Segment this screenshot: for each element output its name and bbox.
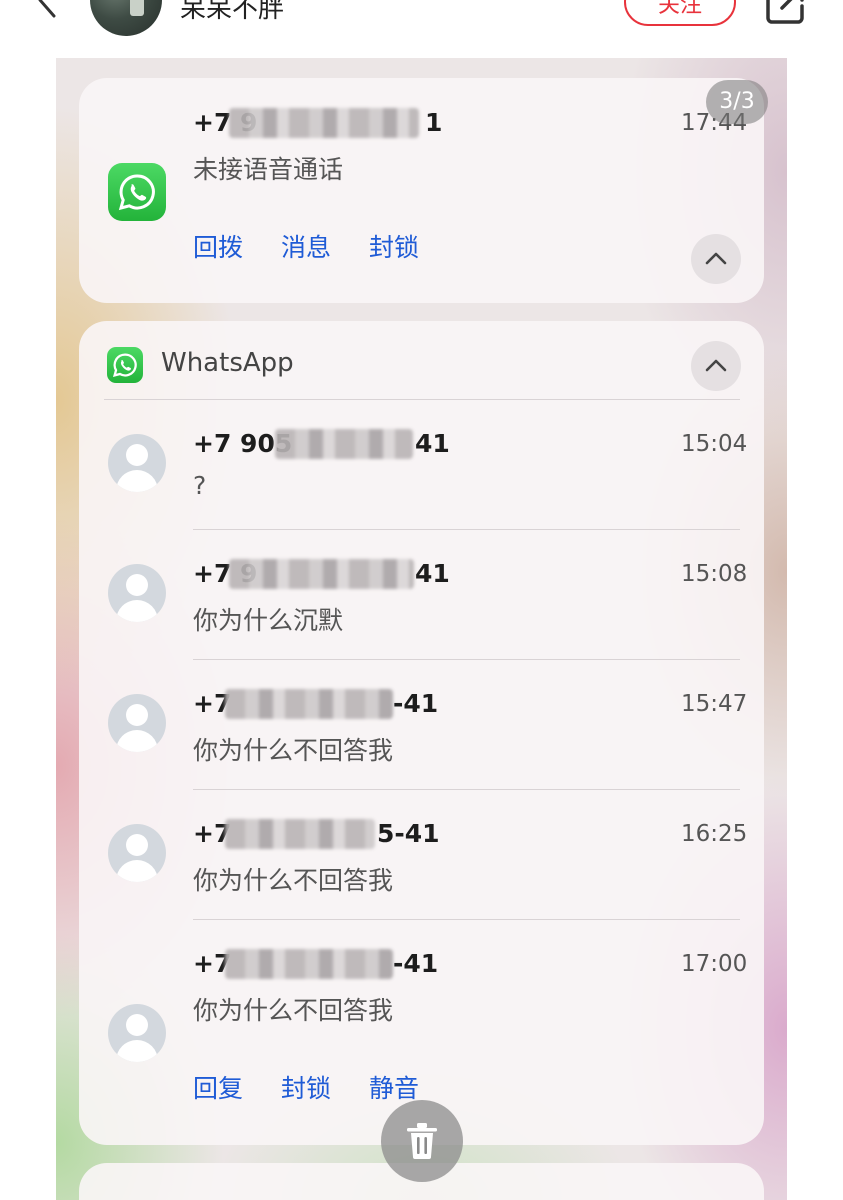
block-button[interactable]: 封锁 [369, 228, 419, 264]
redacted-number-mask [225, 689, 393, 719]
default-avatar-icon [108, 434, 166, 492]
chevron-up-icon [705, 359, 727, 372]
message-text: ? [193, 471, 207, 500]
sender-phone-suffix: 41 [415, 559, 450, 588]
sender-phone-suffix: -41 [393, 949, 439, 978]
block-button[interactable]: 封锁 [281, 1069, 331, 1105]
divider [193, 529, 740, 530]
message-text: 你为什么不回答我 [193, 866, 394, 895]
follow-button[interactable]: 关注 [624, 0, 736, 26]
missed-call-notification[interactable]: +7 9 1 17:44 未接语音通话 回拨 消息 封锁 [79, 78, 764, 303]
notification-screenshot: +7 9 1 17:44 未接语音通话 回拨 消息 封锁 3/3 WhatsAp… [56, 58, 787, 1200]
redacted-number-mask [229, 559, 414, 589]
back-arrow-icon[interactable] [28, 0, 64, 18]
default-avatar-icon [108, 824, 166, 882]
call-back-button[interactable]: 回拨 [193, 228, 243, 264]
message-text: 你为什么不回答我 [193, 996, 394, 1025]
collapse-group-button[interactable] [691, 341, 741, 391]
message-button[interactable]: 消息 [281, 228, 331, 264]
user-avatar[interactable] [90, 0, 162, 36]
chevron-up-icon [705, 252, 727, 265]
username: 呆呆不胖 [180, 0, 285, 24]
divider [193, 919, 740, 920]
message-time: 16:25 [681, 821, 748, 847]
divider [193, 789, 740, 790]
redacted-number-mask [225, 949, 393, 979]
call-status-text: 未接语音通话 [193, 155, 344, 184]
share-icon[interactable] [764, 0, 808, 26]
app-name: WhatsApp [161, 348, 294, 378]
message-time: 15:47 [681, 691, 748, 717]
message-time: 15:08 [681, 561, 748, 587]
redacted-number-mask [225, 819, 375, 849]
message-text: 你为什么沉默 [193, 606, 344, 635]
divider [104, 399, 740, 400]
redacted-number-mask [275, 429, 413, 459]
message-time: 15:04 [681, 431, 748, 457]
mute-button[interactable]: 静音 [369, 1069, 419, 1105]
caller-phone-suffix: 1 [425, 108, 443, 137]
message-text: 你为什么不回答我 [193, 736, 394, 765]
message-time: 17:00 [681, 951, 748, 977]
whatsapp-icon [107, 347, 143, 383]
sender-phone-suffix: 41 [415, 429, 450, 458]
default-avatar-icon [108, 564, 166, 622]
default-avatar-icon [108, 1004, 166, 1062]
whatsapp-notification-group[interactable]: WhatsApp +7 905 41 15:04 ? +7 9 41 15:08… [79, 321, 764, 1145]
clear-notifications-button[interactable] [381, 1100, 463, 1182]
collapse-button[interactable] [691, 234, 741, 284]
sender-phone-suffix: -41 [393, 689, 439, 718]
default-avatar-icon [108, 694, 166, 752]
divider [193, 659, 740, 660]
reply-button[interactable]: 回复 [193, 1069, 243, 1105]
whatsapp-icon [108, 163, 166, 221]
top-app-bar: 呆呆不胖 关注 [0, 0, 843, 40]
page-indicator: 3/3 [706, 80, 768, 124]
redacted-number-mask [229, 108, 419, 138]
sender-phone-suffix: 5-41 [377, 819, 440, 848]
trash-icon [407, 1123, 437, 1159]
